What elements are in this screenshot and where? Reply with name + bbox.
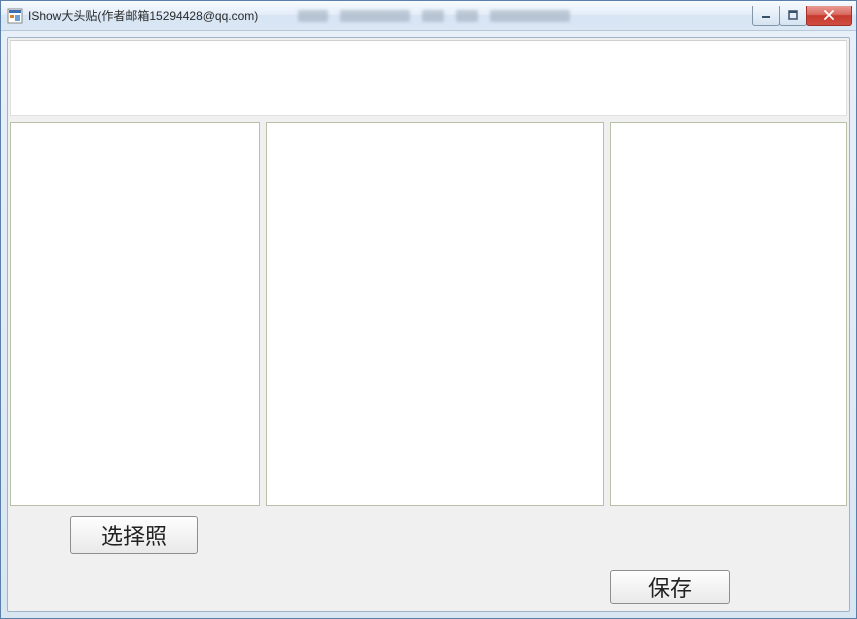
save-button-label: 保存: [648, 571, 692, 603]
titlebar-blur-region: [298, 8, 753, 24]
select-photo-button-label: 选择照: [101, 519, 167, 551]
app-window: IShow大头贴(作者邮箱15294428@qq.com): [0, 0, 857, 619]
image-panel-center: [266, 122, 604, 506]
close-button[interactable]: [806, 6, 852, 26]
image-panel-right: [610, 122, 847, 506]
image-panel-row: [10, 122, 847, 506]
save-button[interactable]: 保存: [610, 570, 730, 604]
minimize-button[interactable]: [752, 6, 780, 26]
image-panel-left: [10, 122, 260, 506]
app-icon: [7, 8, 23, 24]
client-area: 选择照 保存: [7, 37, 850, 612]
select-photo-button[interactable]: 选择照: [70, 516, 198, 554]
window-title: IShow大头贴(作者邮箱15294428@qq.com): [28, 7, 258, 24]
maximize-button[interactable]: [779, 6, 807, 26]
window-controls: [753, 6, 852, 26]
titlebar[interactable]: IShow大头贴(作者邮箱15294428@qq.com): [1, 1, 856, 31]
top-toolbar-region: [10, 40, 847, 116]
